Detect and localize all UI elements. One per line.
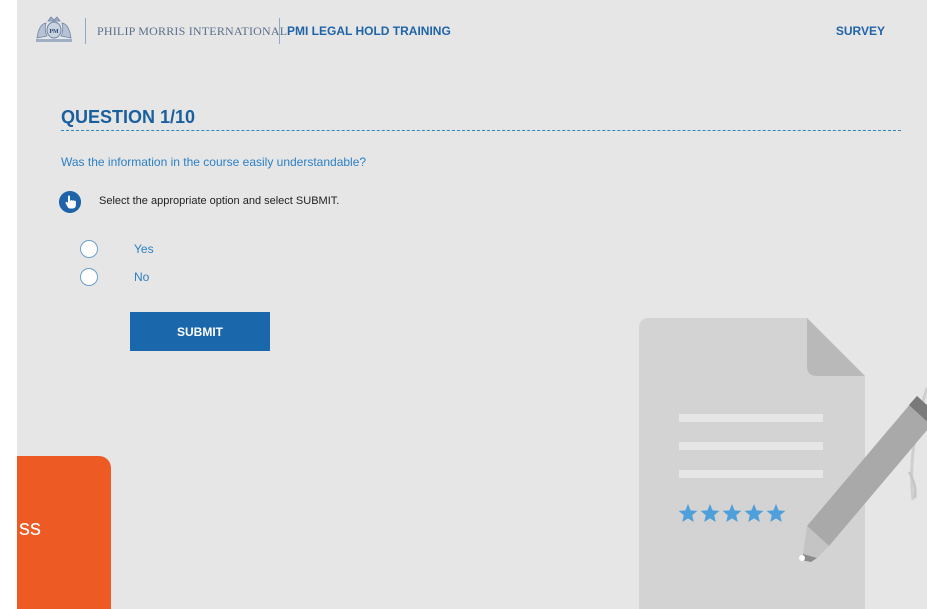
option-label-yes: Yes (134, 242, 154, 256)
title-divider (61, 130, 901, 131)
radio-button-no[interactable] (80, 268, 98, 286)
pointing-hand-icon (59, 191, 81, 213)
question-text: Was the information in the course easily… (61, 155, 367, 169)
survey-document-illustration (639, 318, 927, 609)
header-divider (279, 18, 280, 44)
svg-text:PM: PM (49, 29, 59, 35)
header-divider (85, 18, 86, 44)
option-no[interactable]: No (80, 268, 280, 288)
pmi-crest-logo: PM (36, 16, 72, 42)
overlay-partial-text: ss (19, 515, 41, 540)
course-title: PMI LEGAL HOLD TRAINING (287, 24, 451, 38)
radio-button-yes[interactable] (80, 240, 98, 258)
instruction-text: Select the appropriate option and select… (99, 195, 340, 207)
brand-name: PHILIP MORRIS INTERNATIONAL (97, 24, 288, 38)
option-label-no: No (134, 270, 150, 284)
submit-button[interactable]: SUBMIT (130, 312, 270, 351)
course-stage: PM PHILIP MORRIS INTERNATIONAL PMI LEGAL… (17, 0, 927, 609)
question-title: QUESTION 1/10 (61, 107, 196, 127)
section-label-survey: SURVEY (835, 24, 885, 38)
header-bar: PM PHILIP MORRIS INTERNATIONAL PMI LEGAL… (17, 0, 927, 64)
option-yes[interactable]: Yes (80, 240, 280, 260)
